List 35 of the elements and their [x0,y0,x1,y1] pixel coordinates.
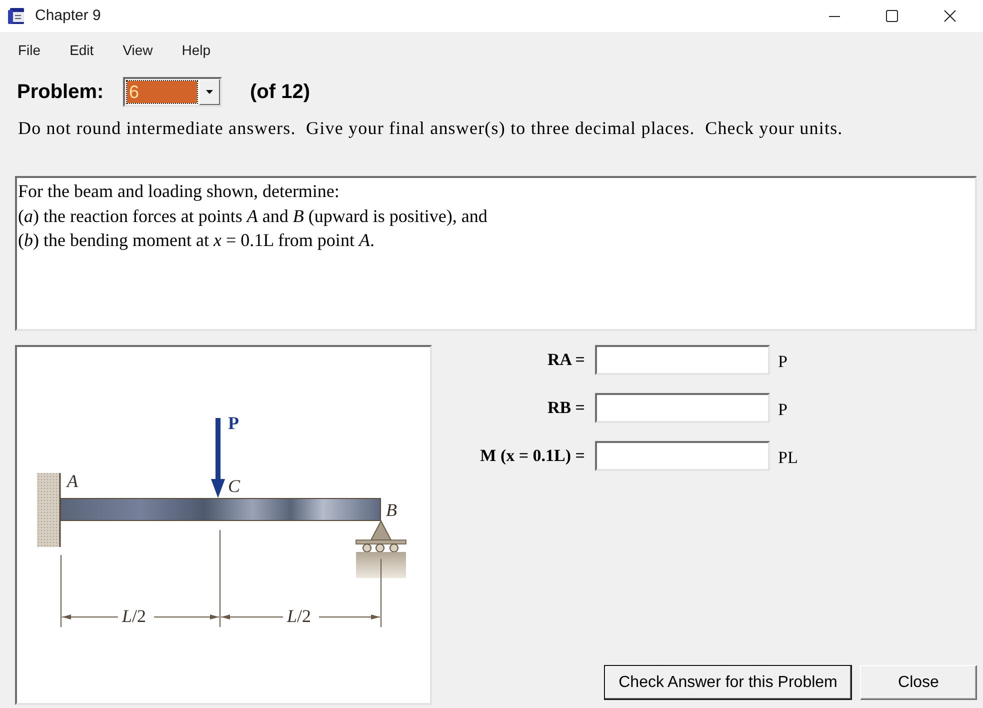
problem-text: (b) the bending moment at x = 0.1L from point A. [18,229,374,252]
answer-label: RA = [546,349,585,372]
answer-field[interactable] [595,345,770,375]
point-label: A [67,472,78,490]
problem-count: (of 12) [250,80,310,105]
answer-field[interactable] [595,393,770,423]
unit-label: P [778,351,788,374]
menu-item[interactable]: Edit [70,40,94,60]
point-label: C [228,477,240,495]
menu-item[interactable]: Help [182,40,211,60]
dialog-button[interactable]: Check Answer for this Problem [604,665,852,700]
instructions: Do not round intermediate answers. Give your final answer(s) to three decimal places. Check your units. [18,118,843,138]
extension-line [380,558,382,628]
unit-label: P [778,399,788,422]
unit-label: PL [778,447,798,470]
dimension-label: L/2 [287,607,312,625]
answer-field[interactable] [595,441,770,471]
answer-label: M (x = 0.1L) = [479,445,585,468]
maximize-icon [886,10,898,22]
book-icon [7,7,26,25]
problem-label: Problem: [17,80,105,105]
dimension-label: L/2 [122,607,146,625]
menu-item[interactable]: View [122,40,153,60]
point-label: B [386,501,397,519]
roller-support [356,520,406,578]
close-icon [944,10,956,22]
caret-down-icon [206,90,213,94]
dialog-button[interactable]: Close [860,665,977,700]
problem-text: For the beam and loading shown, determine: [18,180,340,203]
load-label: P [228,414,239,432]
window-title: Chapter 9 [35,6,101,26]
menu-item[interactable]: File [18,40,41,60]
dropdown-button[interactable] [199,79,220,105]
problem-text: (a) the reaction forces at points A and B (upward is positive), and [18,204,488,228]
answer-label: RB = [546,397,585,420]
